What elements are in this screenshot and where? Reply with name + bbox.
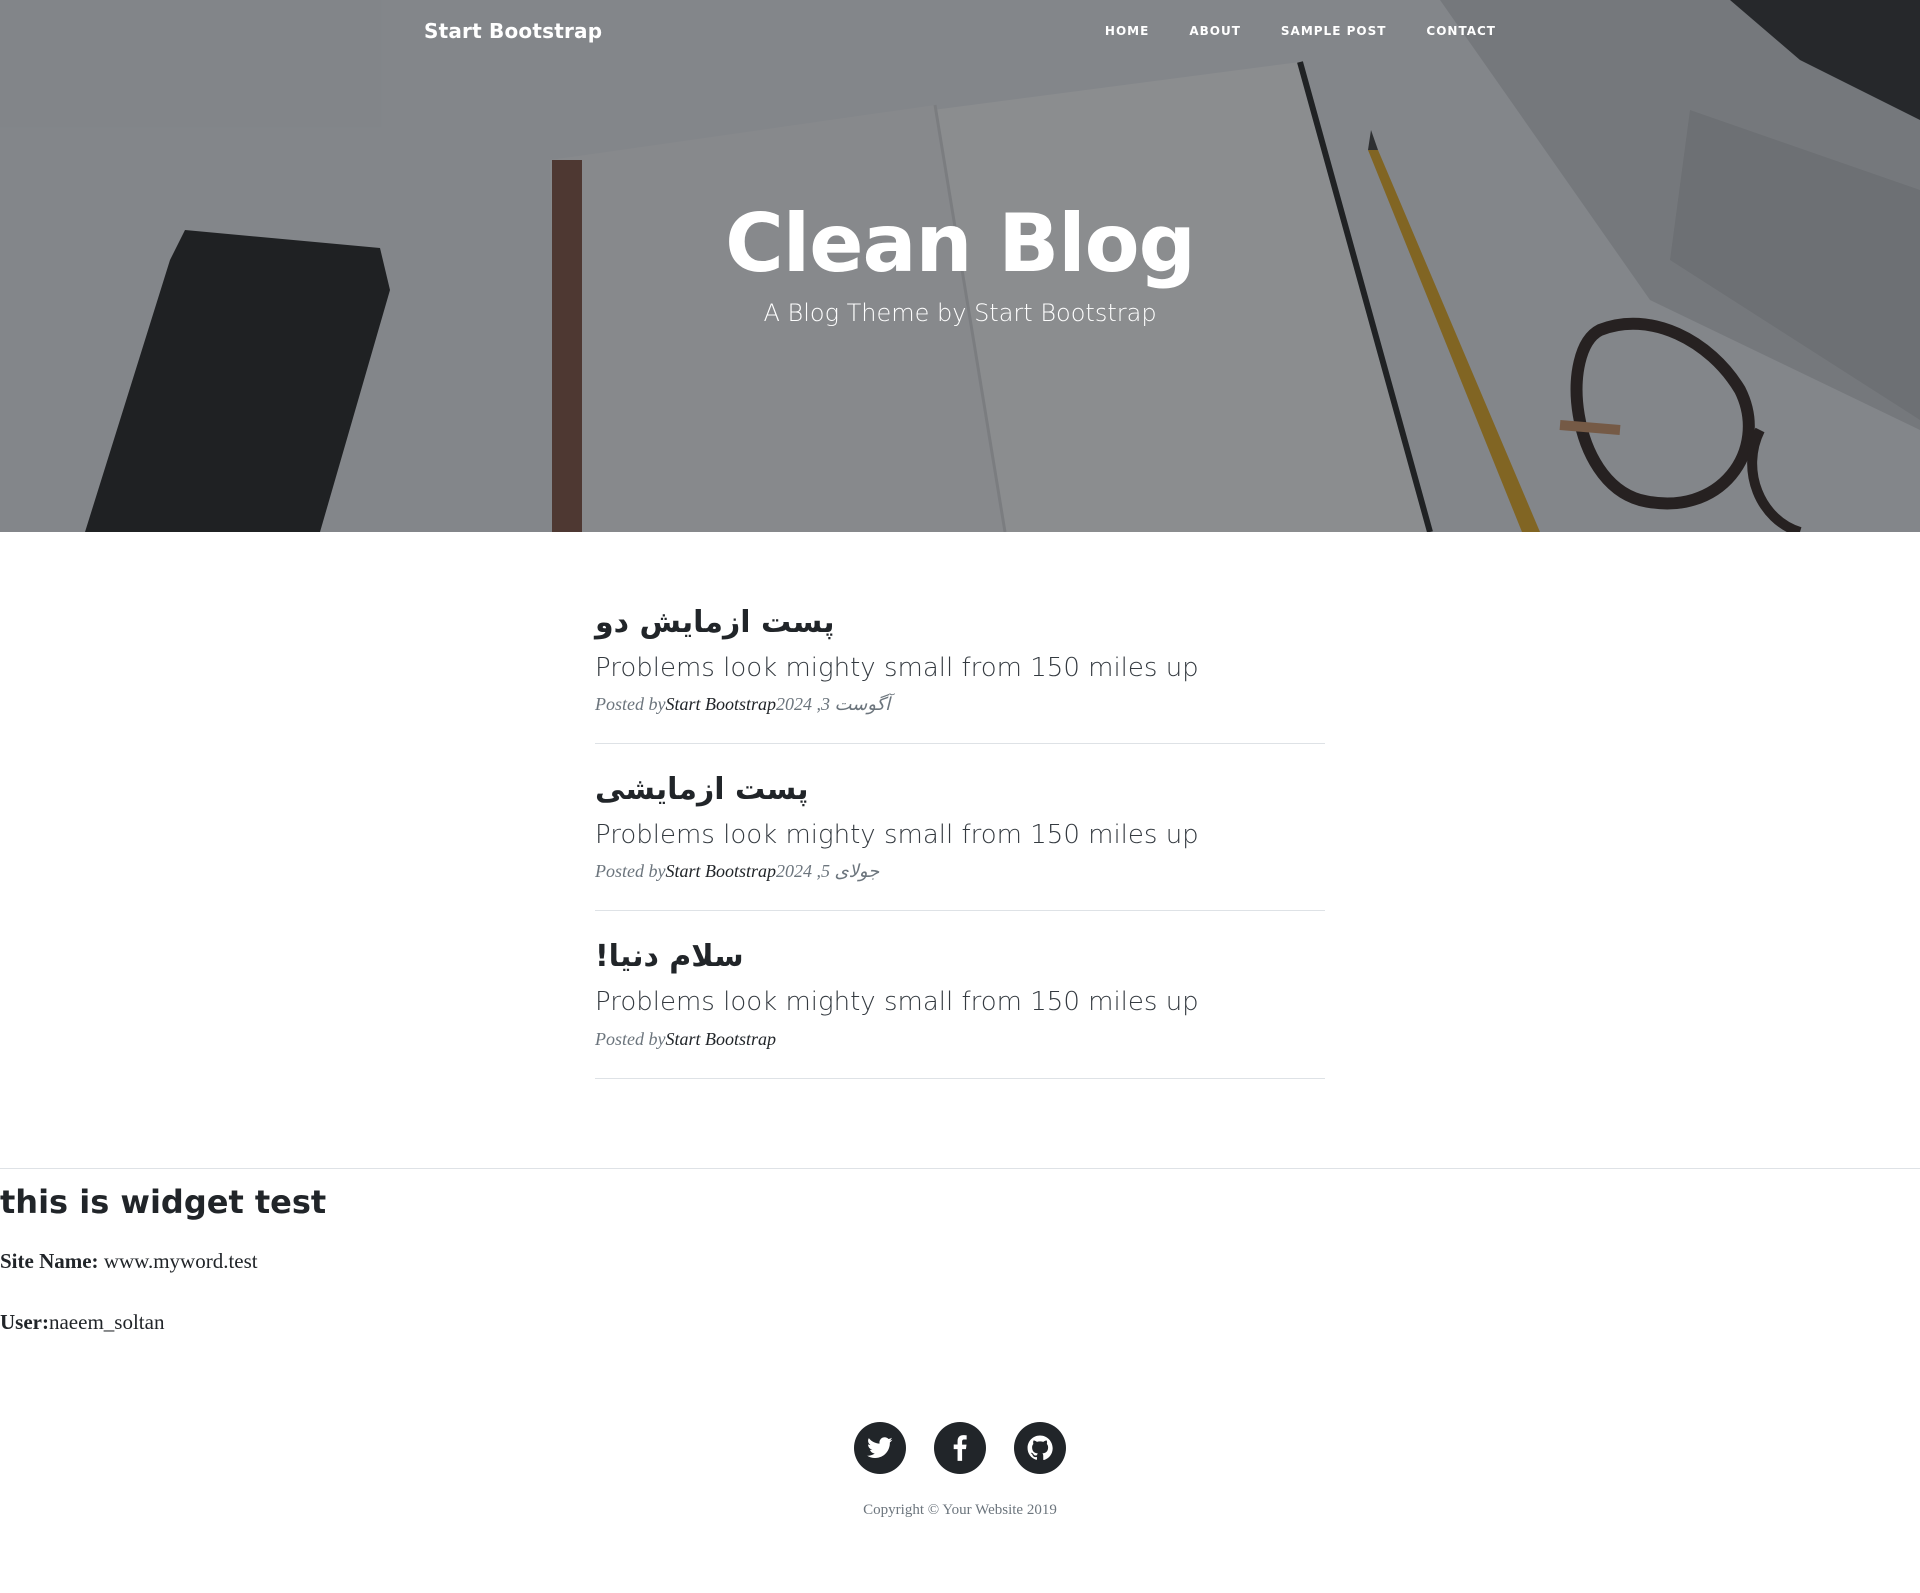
post-preview: پست ازمایشی Problems look mighty small f… xyxy=(595,772,1325,912)
page-divider xyxy=(0,1168,1920,1169)
post-meta: Posted byStart Bootstrapجولای 5, 2024 xyxy=(595,861,1325,882)
site-title: Clean Blog xyxy=(725,197,1196,290)
post-subtitle[interactable]: Problems look mighty small from 150 mile… xyxy=(595,987,1325,1018)
post-preview: پست ازمایش دو Problems look mighty small… xyxy=(595,605,1325,745)
widget-user-value: naeem_soltan xyxy=(48,1310,165,1335)
post-title-link[interactable]: پست ازمایش دو xyxy=(595,605,1325,641)
facebook-link[interactable] xyxy=(934,1422,986,1474)
post-date: جولای 5, 2024 xyxy=(776,861,880,882)
copyright: Copyright © Your Website 2019 xyxy=(863,1502,1057,1518)
twitter-link[interactable] xyxy=(854,1422,906,1474)
social-links xyxy=(0,1422,1920,1474)
post-subtitle[interactable]: Problems look mighty small from 150 mile… xyxy=(595,653,1325,684)
post-author-link[interactable]: Start Bootstrap xyxy=(665,1029,776,1049)
widget-site-name: Site Name: www.myword.test xyxy=(0,1249,800,1274)
post-title-link[interactable]: پست ازمایشی xyxy=(595,772,1325,808)
github-link[interactable] xyxy=(1014,1422,1066,1474)
site-heading: Clean Blog A Blog Theme by Start Bootstr… xyxy=(0,197,1920,327)
facebook-icon xyxy=(953,1435,967,1461)
nav-home-link[interactable]: HOME xyxy=(1105,24,1149,38)
post-title-link[interactable]: سلام دنیا! xyxy=(595,939,1325,975)
nav-sample-post-link[interactable]: SAMPLE POST xyxy=(1281,24,1387,38)
post-list: پست ازمایش دو Problems look mighty small… xyxy=(595,605,1325,1107)
nav-about-link[interactable]: ABOUT xyxy=(1189,24,1241,38)
widget-site-label: Site Name: xyxy=(0,1249,99,1274)
nav-links: HOME ABOUT SAMPLE POST CONTACT xyxy=(1105,24,1496,38)
masthead: Start Bootstrap HOME ABOUT SAMPLE POST C… xyxy=(0,0,1920,532)
nav-contact-link[interactable]: CONTACT xyxy=(1426,24,1496,38)
post-meta-prefix: Posted by xyxy=(595,1028,666,1049)
widget-user-label: User: xyxy=(0,1310,49,1335)
widget: this is widget test Site Name: www.mywor… xyxy=(0,1183,800,1371)
post-author-link[interactable]: Start Bootstrap xyxy=(665,694,776,714)
post-preview: سلام دنیا! Problems look mighty small fr… xyxy=(595,939,1325,1079)
post-author-link[interactable]: Start Bootstrap xyxy=(665,861,776,881)
post-meta-prefix: Posted by xyxy=(595,694,666,715)
brand-link[interactable]: Start Bootstrap xyxy=(424,19,602,43)
site-subtitle: A Blog Theme by Start Bootstrap xyxy=(763,299,1157,327)
twitter-icon xyxy=(867,1437,893,1458)
post-meta: Posted byStart Bootstrapآگوست 3, 2024 xyxy=(595,694,1325,715)
post-meta: Posted byStart Bootstrap xyxy=(595,1029,1325,1050)
navbar: Start Bootstrap HOME ABOUT SAMPLE POST C… xyxy=(0,0,1920,66)
post-subtitle[interactable]: Problems look mighty small from 150 mile… xyxy=(595,820,1325,851)
widget-site-value: www.myword.test xyxy=(98,1249,258,1274)
footer: Copyright © Your Website 2019 xyxy=(0,1422,1920,1519)
widget-user: User:naeem_soltan xyxy=(0,1310,800,1335)
post-date: آگوست 3, 2024 xyxy=(776,694,891,715)
widget-title: this is widget test xyxy=(0,1183,327,1221)
github-icon xyxy=(1027,1435,1053,1461)
post-meta-prefix: Posted by xyxy=(595,861,666,882)
